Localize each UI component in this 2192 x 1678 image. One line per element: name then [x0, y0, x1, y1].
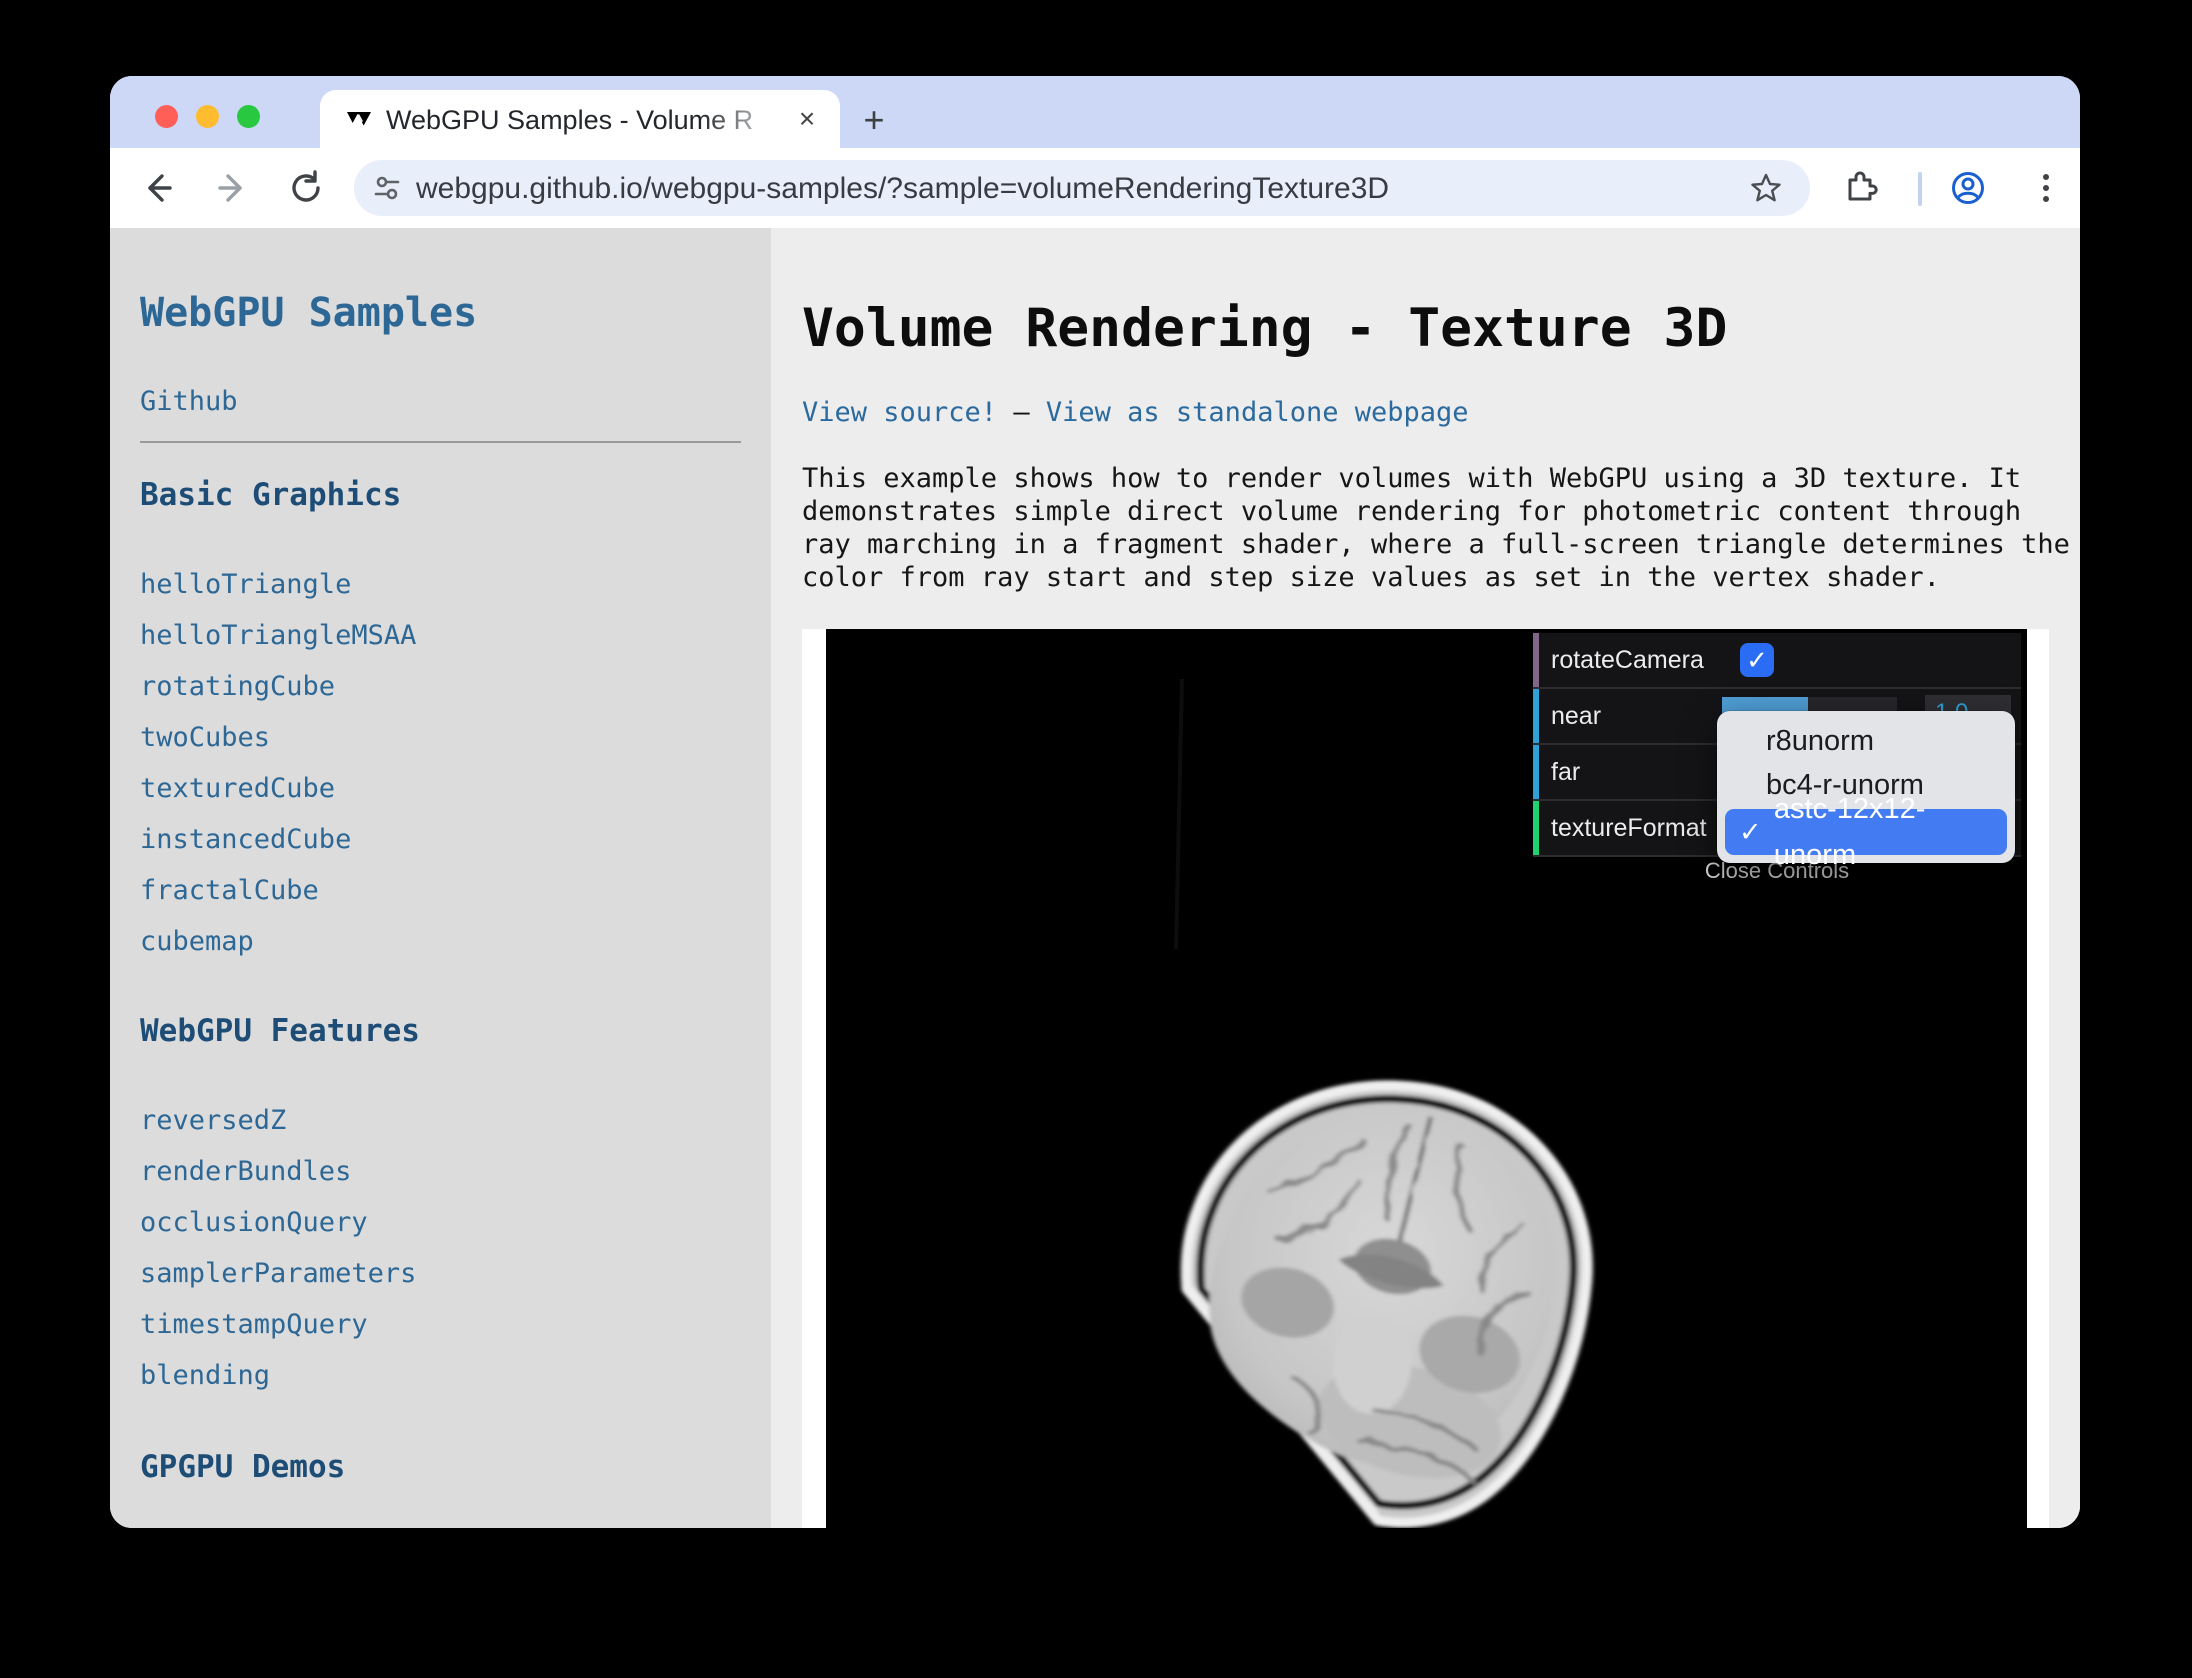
tab-title-fade: [700, 100, 790, 140]
gui-label: far: [1551, 745, 1580, 799]
url-text[interactable]: webgpu.github.io/webgpu-samples/?sample=…: [416, 172, 1389, 206]
sidebar-sample-link[interactable]: timestampQuery: [140, 1309, 771, 1340]
source-links-row: View source! — View as standalone webpag…: [802, 397, 2080, 428]
page-content: WebGPU Samples Github Basic Graphics hel…: [110, 228, 2080, 1528]
description-line: ray marching in a fragment shader, where…: [802, 528, 2080, 561]
sample-main-panel: Volume Rendering - Texture 3D View sourc…: [771, 228, 2080, 1528]
sidebar-sample-link[interactable]: renderBundles: [140, 1156, 771, 1187]
extensions-puzzle-icon[interactable]: [1842, 170, 1878, 206]
standalone-link[interactable]: View as standalone webpage: [1046, 397, 1469, 428]
gui-row-rotate-camera: rotateCamera ✓: [1533, 633, 2021, 689]
canvas-container: rotateCamera ✓ near 1.0 f: [802, 629, 2049, 1528]
number-row-accent: [1533, 745, 1539, 799]
sidebar-sample-link[interactable]: rotatingCube: [140, 671, 771, 702]
description-line: color from ray start and step size value…: [802, 561, 2080, 594]
toolbar-divider: [1918, 172, 1922, 206]
link-separator: —: [1013, 397, 1029, 428]
description-line: demonstrates simple direct volume render…: [802, 495, 2080, 528]
webgpu-logo-icon: [346, 106, 372, 132]
gui-label: textureFormat: [1551, 801, 1707, 855]
new-tab-button[interactable]: +: [856, 102, 892, 138]
tab-close-icon[interactable]: ×: [792, 104, 822, 134]
bool-row-accent: [1533, 633, 1539, 687]
section-basic-graphics: Basic Graphics helloTrianglehelloTriangl…: [140, 477, 771, 957]
section-heading: WebGPU Features: [140, 1013, 771, 1049]
section-heading: GPGPU Demos: [140, 1449, 771, 1485]
webgpu-canvas[interactable]: rotateCamera ✓ near 1.0 f: [826, 629, 2027, 1528]
gui-label: near: [1551, 689, 1601, 743]
sample-description: This example shows how to render volumes…: [802, 462, 2080, 594]
forward-icon[interactable]: [214, 170, 250, 206]
site-controls-icon[interactable]: [372, 173, 402, 203]
browser-menu-icon[interactable]: [2028, 170, 2064, 206]
sidebar-sample-link[interactable]: reversedZ: [140, 1105, 771, 1136]
window-minimize-button[interactable]: [196, 105, 219, 128]
checkmark-icon: ✓: [1739, 809, 1774, 855]
select-row-accent: [1533, 801, 1539, 855]
reload-icon[interactable]: [288, 170, 324, 206]
section-heading: Basic Graphics: [140, 477, 771, 513]
section-webgpu-features: WebGPU Features reversedZ renderBundles oc…: [140, 1013, 771, 1391]
sidebar-sample-link[interactable]: helloTriangleMSAA: [140, 620, 771, 651]
view-source-link[interactable]: View source!: [802, 397, 997, 428]
sidebar-sample-link[interactable]: occlusionQuery: [140, 1207, 771, 1238]
github-link[interactable]: Github: [140, 386, 771, 417]
section-gpgpu-demos: GPGPU Demos computeBoids: [140, 1449, 771, 1528]
sidebar-sample-link[interactable]: blending: [140, 1360, 771, 1391]
bookmark-star-icon[interactable]: [1750, 172, 1782, 204]
tab-strip: WebGPU Samples - Volume R × +: [110, 76, 2080, 148]
selected-option-label: astc-12x12-unorm: [1774, 786, 2007, 878]
browser-tab[interactable]: WebGPU Samples - Volume R ×: [320, 90, 840, 148]
rotate-camera-checkbox[interactable]: ✓: [1740, 643, 1774, 677]
dropdown-option-selected[interactable]: ✓ astc-12x12-unorm: [1725, 809, 2007, 855]
description-line: This example shows how to render volumes…: [802, 462, 2080, 495]
sample-link-list: helloTriangle helloTriangleMSAA rotatingCu…: [140, 569, 771, 957]
url-bar[interactable]: webgpu.github.io/webgpu-samples/?sample=…: [354, 160, 1810, 216]
back-icon[interactable]: [140, 170, 176, 206]
window-close-button[interactable]: [155, 105, 178, 128]
sidebar-sample-link[interactable]: texturedCube: [140, 773, 771, 804]
page-title: Volume Rendering - Texture 3D: [802, 298, 2080, 359]
browser-window: WebGPU Samples - Volume R × +: [110, 76, 2080, 1528]
window-zoom-button[interactable]: [237, 105, 260, 128]
gui-label: rotateCamera: [1551, 633, 1704, 687]
samples-sidebar: WebGPU Samples Github Basic Graphics hel…: [110, 228, 771, 1528]
sidebar-title: WebGPU Samples: [140, 290, 771, 336]
sidebar-sample-link[interactable]: instancedCube: [140, 824, 771, 855]
sidebar-sample-link[interactable]: fractalCube: [140, 875, 771, 906]
sidebar-sample-link[interactable]: samplerParameters: [140, 1258, 771, 1289]
profile-avatar-icon[interactable]: [1950, 170, 1986, 206]
sample-link-list: reversedZ renderBundles occlusionQuery samp…: [140, 1105, 771, 1391]
number-row-accent: [1533, 689, 1539, 743]
dropdown-option[interactable]: r8unorm: [1717, 719, 2015, 763]
browser-toolbar: webgpu.github.io/webgpu-samples/?sample=…: [110, 148, 2080, 228]
sidebar-sample-link[interactable]: twoCubes: [140, 722, 771, 753]
sidebar-sample-link[interactable]: helloTriangle: [140, 569, 771, 600]
texture-format-dropdown: r8unorm bc4-r-unorm ✓ astc-12x12-unorm: [1717, 711, 2015, 863]
screenshot-stage: WebGPU Samples - Volume R × +: [0, 0, 2192, 1678]
sidebar-divider: [140, 441, 741, 443]
sidebar-sample-link[interactable]: cubemap: [140, 926, 771, 957]
